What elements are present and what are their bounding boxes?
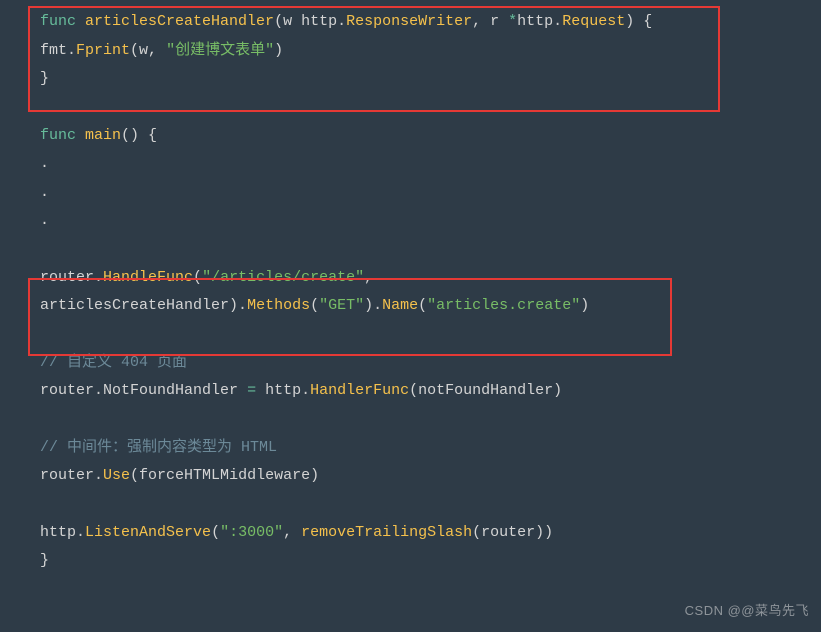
type: Request (562, 13, 625, 30)
code-text: router (40, 269, 94, 286)
function-name: articlesCreateHandler (85, 13, 274, 30)
method: ListenAndServe (85, 524, 211, 541)
dot: . (337, 13, 346, 30)
code-text: fmt (40, 42, 67, 59)
method: Fprint (76, 42, 130, 59)
string: "GET" (319, 297, 364, 314)
code-text: http (256, 382, 301, 399)
type: ResponseWriter (346, 13, 472, 30)
code-text: router (40, 382, 94, 399)
code-text: , r (472, 13, 508, 30)
dot: . (67, 42, 76, 59)
code-line: } (0, 65, 821, 94)
code-line: fmt.Fprint(w, "创建博文表单") (0, 37, 821, 66)
method: Use (103, 467, 130, 484)
method: Name (382, 297, 418, 314)
method: Methods (247, 297, 310, 314)
function-name: main (85, 127, 121, 144)
code-text: ) { (625, 13, 652, 30)
ellipsis: . (40, 184, 49, 201)
code-text: (forceHTMLMiddleware) (130, 467, 319, 484)
ellipsis: . (40, 212, 49, 229)
paren: ) (364, 297, 373, 314)
code-line: . (0, 150, 821, 179)
comment: // 中间件：强制内容类型为 HTML (40, 439, 277, 456)
code-line: func main() { (0, 122, 821, 151)
paren: ( (310, 297, 319, 314)
method: HandlerFunc (310, 382, 409, 399)
code-line: router.NotFoundHandler = http.HandlerFun… (0, 377, 821, 406)
function-call: removeTrailingSlash (301, 524, 472, 541)
code-text: articlesCreateHandler) (40, 297, 238, 314)
code-text: , (283, 524, 301, 541)
code-text: , (364, 269, 373, 286)
dot: . (238, 297, 247, 314)
dot: . (76, 524, 85, 541)
code-line (0, 236, 821, 264)
operator: = (247, 382, 256, 399)
keyword: func (40, 127, 76, 144)
string: ":3000" (220, 524, 283, 541)
code-text: } (40, 552, 49, 569)
operator: * (508, 13, 517, 30)
code-text: } (40, 70, 49, 87)
method: HandleFunc (103, 269, 193, 286)
string: "/articles/create" (202, 269, 364, 286)
code-text: router (40, 467, 94, 484)
dot: . (373, 297, 382, 314)
code-line (0, 321, 821, 349)
code-text: ) (274, 42, 283, 59)
code-line: func articlesCreateHandler(w http.Respon… (0, 8, 821, 37)
dot: . (94, 382, 103, 399)
code-text: (notFoundHandler) (409, 382, 562, 399)
code-text: (w http (274, 13, 337, 30)
ellipsis: . (40, 155, 49, 172)
code-line: . (0, 207, 821, 236)
code-line: http.ListenAndServe(":3000", removeTrail… (0, 519, 821, 548)
paren: ( (211, 524, 220, 541)
keyword: func (40, 13, 76, 30)
code-text: http (517, 13, 553, 30)
dot: . (94, 269, 103, 286)
paren: ( (418, 297, 427, 314)
code-line: articlesCreateHandler).Methods("GET").Na… (0, 292, 821, 321)
comment: // 自定义 404 页面 (40, 354, 187, 371)
code-line: router.Use(forceHTMLMiddleware) (0, 462, 821, 491)
code-text: () { (121, 127, 157, 144)
code-line: router.HandleFunc("/articles/create", (0, 264, 821, 293)
watermark-text: CSDN @@菜鸟先飞 (685, 599, 809, 624)
dot: . (94, 467, 103, 484)
code-text: NotFoundHandler (103, 382, 247, 399)
code-text: http (40, 524, 76, 541)
code-line: } (0, 547, 821, 576)
code-line (0, 406, 821, 434)
code-text: (w, (130, 42, 166, 59)
code-block: func articlesCreateHandler(w http.Respon… (0, 0, 821, 576)
string: "创建博文表单" (166, 42, 274, 59)
code-text: (router)) (472, 524, 553, 541)
paren: ) (580, 297, 589, 314)
code-line (0, 94, 821, 122)
dot: . (301, 382, 310, 399)
paren: ( (193, 269, 202, 286)
code-line (0, 491, 821, 519)
code-line: // 中间件：强制内容类型为 HTML (0, 434, 821, 463)
code-line: . (0, 179, 821, 208)
code-line: // 自定义 404 页面 (0, 349, 821, 378)
dot: . (553, 13, 562, 30)
string: "articles.create" (427, 297, 580, 314)
